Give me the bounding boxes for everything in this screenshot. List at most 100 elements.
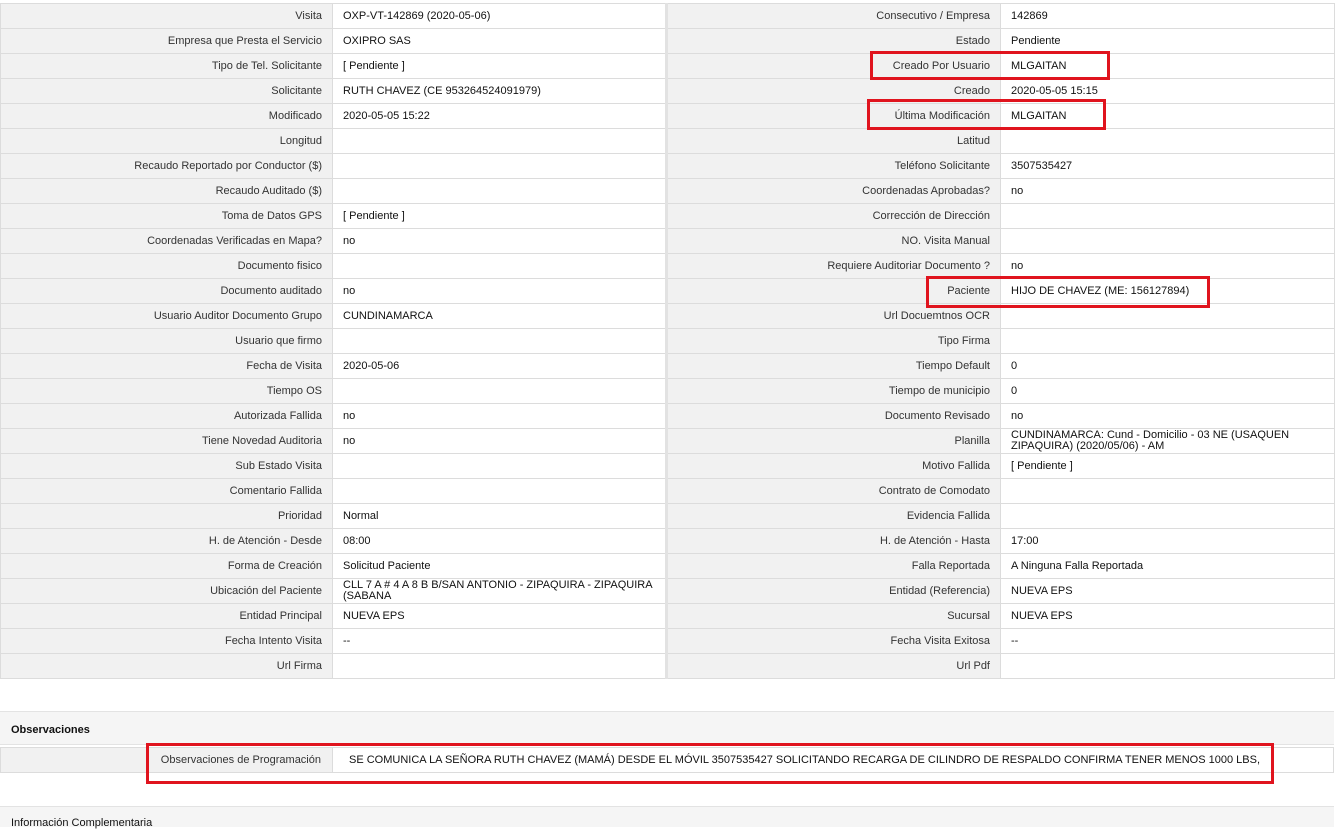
field-label: NO. Visita Manual xyxy=(666,228,1001,254)
field-label: Documento fisico xyxy=(0,253,333,279)
field-value: NUEVA EPS xyxy=(332,603,668,629)
field-value xyxy=(332,478,668,504)
detail-row: Longitud Latitud xyxy=(0,128,1335,154)
field-label: Usuario que firmo xyxy=(0,328,333,354)
detail-row: Recaudo Reportado por Conductor ($) Teléf… xyxy=(0,153,1335,179)
detail-row: Recaudo Auditado ($) Coordenadas Aprobada… xyxy=(0,178,1335,204)
field-value xyxy=(332,653,668,679)
field-value: Normal xyxy=(332,503,668,529)
detail-row: Modificado 2020-05-05 15:22 Última Modific… xyxy=(0,103,1335,129)
field-label: Toma de Datos GPS xyxy=(0,203,333,229)
field-label: Contrato de Comodato xyxy=(666,478,1001,504)
field-value xyxy=(1000,328,1335,354)
field-label: Recaudo Reportado por Conductor ($) xyxy=(0,153,333,179)
field-label: Planilla xyxy=(666,428,1001,454)
field-label: Usuario Auditor Documento Grupo xyxy=(0,303,333,329)
field-label: Tipo Firma xyxy=(666,328,1001,354)
field-value: -- xyxy=(1000,628,1335,654)
field-label: Falla Reportada xyxy=(666,553,1001,579)
field-label: Consecutivo / Empresa xyxy=(666,3,1001,29)
field-label: Documento auditado xyxy=(0,278,333,304)
field-value: 3507535427 xyxy=(1000,153,1335,179)
field-label: Visita xyxy=(0,3,333,29)
detail-row: Sub Estado Visita Motivo Fallida[ Pendien… xyxy=(0,453,1335,479)
detail-row: Documento fisico Requiere Auditoriar Docu… xyxy=(0,253,1335,279)
field-label: Empresa que Presta el Servicio xyxy=(0,28,333,54)
field-value xyxy=(332,253,668,279)
field-value: 2020-05-05 15:22 xyxy=(332,103,668,129)
field-label: H. de Atención - Hasta xyxy=(666,528,1001,554)
detail-row: H. de Atención - Desde 08:00 H. de Atenció… xyxy=(0,528,1335,554)
detail-row: Empresa que Presta el Servicio OXIPRO SAS… xyxy=(0,28,1335,54)
field-value xyxy=(332,178,668,204)
field-label: Longitud xyxy=(0,128,333,154)
detail-row: Prioridad Normal Evidencia Fallida xyxy=(0,503,1335,529)
field-label: Url Pdf xyxy=(666,653,1001,679)
field-value: no xyxy=(1000,178,1335,204)
field-value: [ Pendiente ] xyxy=(332,53,668,79)
detail-row: Forma de Creación Solicitud Paciente Falla… xyxy=(0,553,1335,579)
field-value: OXIPRO SAS xyxy=(332,28,668,54)
field-value xyxy=(1000,503,1335,529)
field-value xyxy=(332,153,668,179)
field-value: 2020-05-06 xyxy=(332,353,668,379)
field-label: Tiempo OS xyxy=(0,378,333,404)
field-value: 0 xyxy=(1000,353,1335,379)
field-label: Comentario Fallida xyxy=(0,478,333,504)
field-value xyxy=(1000,228,1335,254)
field-label: Corrección de Dirección xyxy=(666,203,1001,229)
field-value xyxy=(332,128,668,154)
field-label: Teléfono Solicitante xyxy=(666,153,1001,179)
field-value: 08:00 xyxy=(332,528,668,554)
highlight-observaciones xyxy=(146,743,1274,784)
field-value xyxy=(332,378,668,404)
field-label: Url Firma xyxy=(0,653,333,679)
field-label: Evidencia Fallida xyxy=(666,503,1001,529)
field-label: Entidad Principal xyxy=(0,603,333,629)
field-label: H. de Atención - Desde xyxy=(0,528,333,554)
field-label: Recaudo Auditado ($) xyxy=(0,178,333,204)
field-value: no xyxy=(332,278,668,304)
field-value: 142869 xyxy=(1000,3,1335,29)
field-value: -- xyxy=(332,628,668,654)
detail-row: Coordenadas Verificadas en Mapa? no NO. V… xyxy=(0,228,1335,254)
field-value: CUNDINAMARCA xyxy=(332,303,668,329)
field-value: 0 xyxy=(1000,378,1335,404)
field-value xyxy=(332,453,668,479)
highlight-creado-por-usuario xyxy=(870,51,1110,80)
field-value: no xyxy=(1000,403,1335,429)
info-complementaria-header: Información Complementaria xyxy=(0,806,1334,829)
field-label: Fecha Intento Visita xyxy=(0,628,333,654)
detail-row: Visita OXP-VT-142869 (2020-05-06) Consecut… xyxy=(0,3,1335,29)
detail-row: Toma de Datos GPS[ Pendiente ] Corrección… xyxy=(0,203,1335,229)
field-label: Fecha Visita Exitosa xyxy=(666,628,1001,654)
detail-row: Entidad Principal NUEVA EPS Sucursal NUEVA … xyxy=(0,603,1335,629)
observaciones-title: Observaciones xyxy=(11,724,90,736)
field-value: [ Pendiente ] xyxy=(332,203,668,229)
field-value xyxy=(1000,128,1335,154)
detail-row: Ubicación del Paciente CLL 7 A # 4 A 8 B … xyxy=(0,578,1335,604)
detail-row: Tiempo OS Tiempo de municipio 0 xyxy=(0,378,1335,404)
field-label: Sucursal xyxy=(666,603,1001,629)
field-label: Coordenadas Verificadas en Mapa? xyxy=(0,228,333,254)
field-value: no xyxy=(332,403,668,429)
field-value: no xyxy=(1000,253,1335,279)
field-value xyxy=(1000,478,1335,504)
observaciones-section-header: Observaciones xyxy=(0,711,1334,745)
field-label: Fecha de Visita xyxy=(0,353,333,379)
field-label: Tiene Novedad Auditoria xyxy=(0,428,333,454)
field-label: Motivo Fallida xyxy=(666,453,1001,479)
highlight-paciente xyxy=(926,276,1210,308)
field-label: Documento Revisado xyxy=(666,403,1001,429)
field-label: Ubicación del Paciente xyxy=(0,578,333,604)
detail-row: Tipo de Tel. Solicitante[ Pendiente ] Cre… xyxy=(0,53,1335,79)
field-label: Forma de Creación xyxy=(0,553,333,579)
highlight-ultima-modificacion xyxy=(867,99,1106,130)
detail-row: Comentario Fallida Contrato de Comodato xyxy=(0,478,1335,504)
detail-row: Autorizada Fallida no Documento Revisado … xyxy=(0,403,1335,429)
detail-row: Fecha Intento Visita -- Fecha Visita Exit… xyxy=(0,628,1335,654)
field-value: A Ninguna Falla Reportada xyxy=(1000,553,1335,579)
field-label: Tiempo de municipio xyxy=(666,378,1001,404)
detail-row: Url Firma Url Pdf xyxy=(0,653,1335,679)
field-value xyxy=(1000,653,1335,679)
